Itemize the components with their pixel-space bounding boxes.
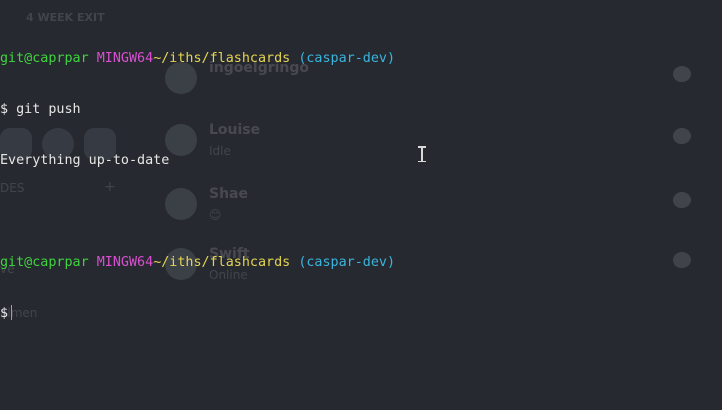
prompt-branch: (caspar-dev) bbox=[298, 51, 396, 66]
prompt-path: ~/iths/flashcards bbox=[153, 255, 291, 270]
command-text: git push bbox=[16, 102, 81, 117]
prompt-branch: (caspar-dev) bbox=[298, 255, 396, 270]
message-icon[interactable] bbox=[673, 128, 691, 144]
terminal-output[interactable]: git@caprpar MINGW64~/iths/flashcards (ca… bbox=[0, 16, 395, 356]
output-line: Everything up-to-date bbox=[0, 152, 395, 169]
prompt-symbol: $ bbox=[0, 102, 9, 117]
prompt-env: MINGW64 bbox=[96, 51, 154, 66]
prompt-user: git@caprpar bbox=[0, 51, 89, 66]
prompt-line: git@caprpar MINGW64~/iths/flashcards (ca… bbox=[0, 50, 395, 67]
message-icon[interactable] bbox=[673, 192, 691, 208]
prompt-user: git@caprpar bbox=[0, 255, 89, 270]
prompt-env: MINGW64 bbox=[96, 255, 154, 270]
message-icon[interactable] bbox=[673, 66, 691, 82]
command-line: $ git push bbox=[0, 101, 395, 118]
screen: 4 WEEK EXIT DES + ve almen ingoelgringo … bbox=[0, 0, 722, 410]
prompt-symbol: $ bbox=[0, 306, 9, 321]
text-cursor bbox=[11, 305, 13, 320]
prompt-line: git@caprpar MINGW64~/iths/flashcards (ca… bbox=[0, 254, 395, 271]
input-line[interactable]: $ bbox=[0, 305, 395, 322]
prompt-path: ~/iths/flashcards bbox=[153, 51, 291, 66]
message-icon[interactable] bbox=[673, 252, 691, 268]
ibeam-cursor-icon bbox=[418, 146, 426, 162]
output-text: Everything up-to-date bbox=[0, 153, 170, 168]
